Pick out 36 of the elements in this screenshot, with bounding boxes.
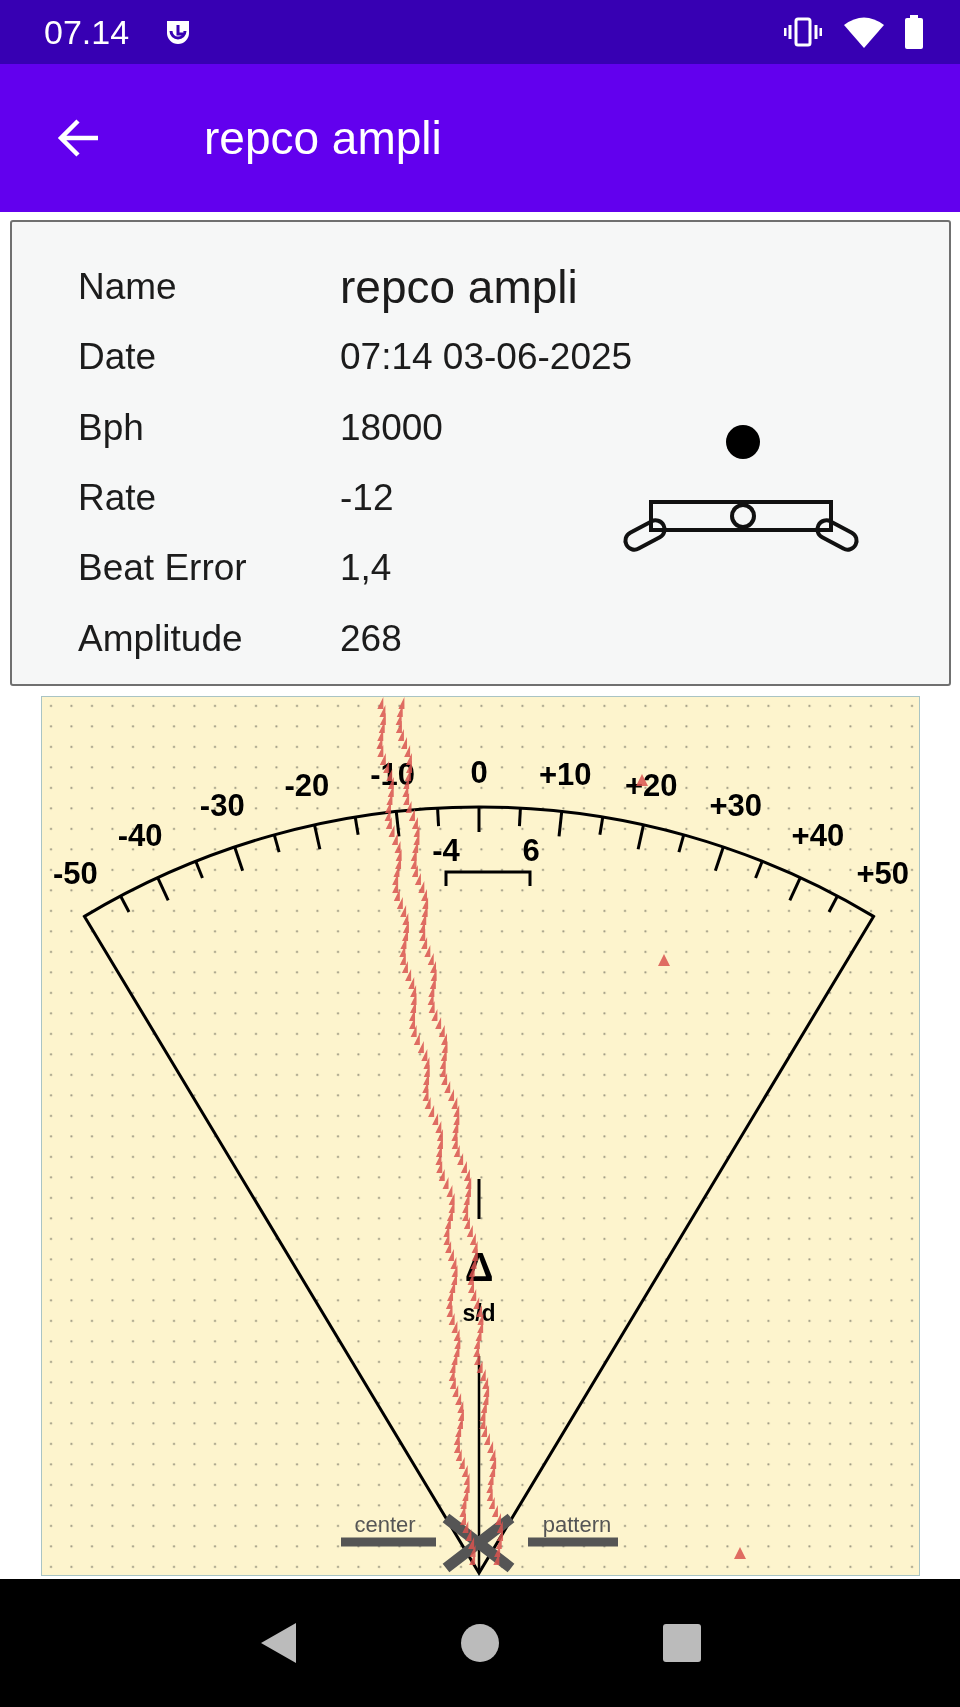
back-arrow-icon (56, 118, 100, 158)
field-label: Beat Error (78, 547, 248, 590)
scale-label: -50 (52, 855, 98, 891)
wifi-icon (844, 16, 884, 48)
battery-icon (904, 15, 924, 49)
screen-title: repco ampli (204, 111, 442, 165)
scale-label: -20 (284, 767, 330, 803)
field-label: Name (78, 266, 178, 309)
field-value: 268 (340, 617, 402, 660)
scale-label: +40 (791, 817, 845, 853)
pattern-label: pattern (542, 1512, 612, 1537)
field-value: repco ampli (340, 260, 578, 315)
field-value: 07:14 03-06-2025 (340, 336, 633, 379)
scale-label: -40 (117, 817, 163, 853)
scale-label: 0 (470, 755, 488, 790)
field-value: -12 (340, 477, 394, 520)
field-label: Rate (78, 477, 158, 520)
field-value: 18000 (340, 406, 443, 449)
scale-label: -4 (432, 833, 460, 868)
scale-label: 6 (522, 833, 540, 868)
scale-label: -30 (199, 788, 245, 824)
field-value: 1,4 (340, 547, 392, 590)
scale-label: +20 (624, 767, 678, 803)
vibrate-icon (784, 16, 822, 48)
field-label: Amplitude (78, 617, 244, 660)
center-label: center (354, 1512, 416, 1537)
delta-symbol: Δ (464, 1245, 494, 1289)
field-label: Date (78, 336, 158, 379)
field-label: Bph (78, 406, 145, 449)
scale-label: +10 (539, 756, 592, 792)
scale-label: -10 (370, 756, 416, 792)
scale-label: +30 (709, 788, 763, 824)
scale-label: +50 (856, 855, 909, 891)
marker-line (477, 1179, 481, 1219)
clock-time: 07.14 (44, 12, 130, 52)
unit-label: s/d (462, 1300, 496, 1326)
